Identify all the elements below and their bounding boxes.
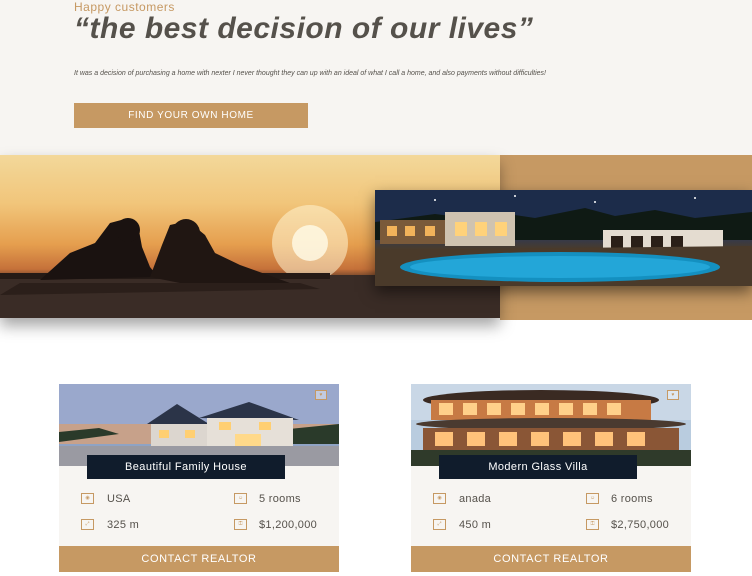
property-country: USA xyxy=(107,493,131,505)
user-icon: ☺ xyxy=(234,493,247,504)
property-card: ♥ Modern Glass Villa ◉ anada ☺ 6 rooms ⤢… xyxy=(411,384,691,572)
key-icon: ⚿ xyxy=(234,519,247,530)
expand-icon: ⤢ xyxy=(81,519,94,530)
property-price: $2,750,000 xyxy=(611,519,670,531)
map-pin-icon: ◉ xyxy=(433,493,446,504)
find-home-button[interactable]: FIND YOUR OWN HOME xyxy=(74,103,308,128)
family-house-photo: ♥ xyxy=(59,384,339,466)
family-house-illustration xyxy=(59,384,339,466)
pool-villa-photo xyxy=(375,190,752,286)
property-country: anada xyxy=(459,493,492,505)
property-price: $1,200,000 xyxy=(259,519,318,531)
property-area: 325 m xyxy=(107,519,140,531)
testimonial-quote: “the best decision of our lives” xyxy=(74,12,534,45)
property-name: Beautiful Family House xyxy=(87,455,285,479)
key-icon: ⚿ xyxy=(586,519,599,530)
glass-villa-photo: ♥ xyxy=(411,384,691,466)
property-area: 450 m xyxy=(459,519,492,531)
testimonial-section: Happy customers “the best decision of ou… xyxy=(0,0,752,155)
glass-villa-illustration xyxy=(411,384,691,466)
map-pin-icon: ◉ xyxy=(81,493,94,504)
heart-icon[interactable]: ♥ xyxy=(667,390,679,400)
property-rooms: 6 rooms xyxy=(611,493,653,505)
property-rooms: 5 rooms xyxy=(259,493,301,505)
contact-realtor-button[interactable]: CONTACT REALTOR xyxy=(59,546,339,572)
user-icon: ☺ xyxy=(586,493,599,504)
pool-villa-illustration xyxy=(375,190,752,286)
property-name: Modern Glass Villa xyxy=(439,455,637,479)
heart-icon[interactable]: ♥ xyxy=(315,390,327,400)
contact-realtor-button[interactable]: CONTACT REALTOR xyxy=(411,546,691,572)
expand-icon: ⤢ xyxy=(433,519,446,530)
property-card: ♥ Beautiful Family House ◉ USA ☺ 5 rooms… xyxy=(59,384,339,572)
testimonial-text: It was a decision of purchasing a home w… xyxy=(74,70,546,77)
